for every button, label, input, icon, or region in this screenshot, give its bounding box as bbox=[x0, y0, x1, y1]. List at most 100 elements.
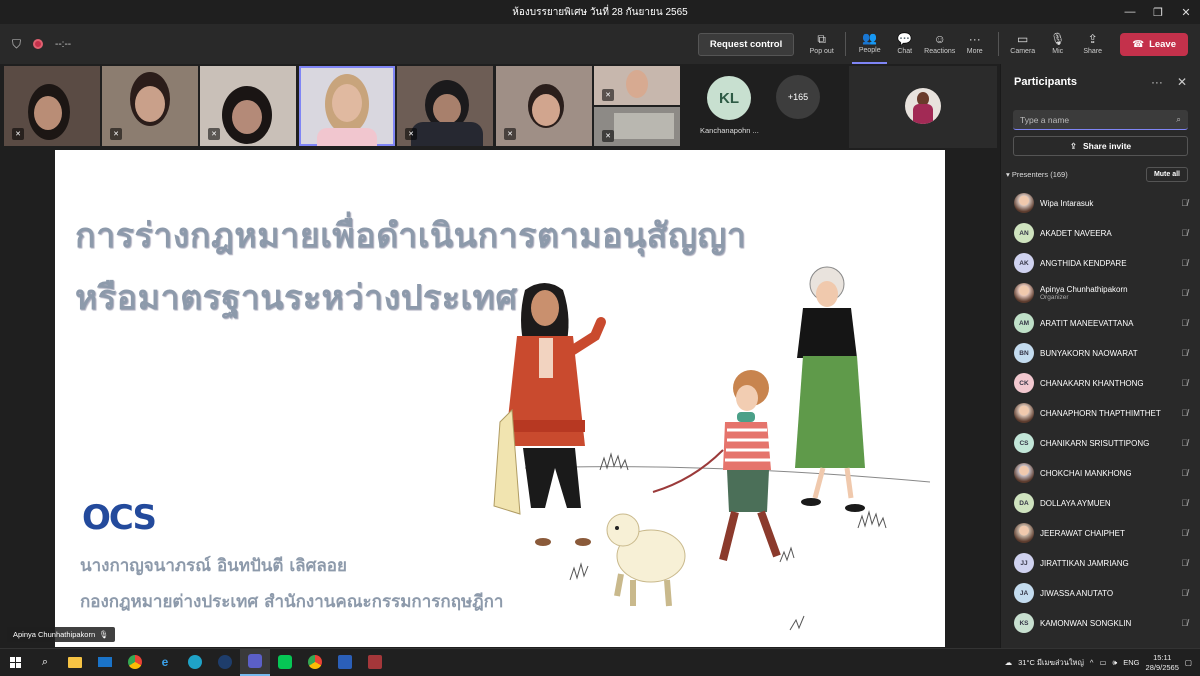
internet-explorer-icon[interactable]: e bbox=[150, 649, 180, 676]
participant-name: JIWASSA ANUTATO bbox=[1040, 588, 1114, 598]
self-video-tile[interactable] bbox=[849, 66, 997, 148]
chevron-up-icon[interactable]: ^ bbox=[1090, 658, 1094, 667]
mic-off-icon: ✕ bbox=[504, 128, 516, 140]
avatar: CK bbox=[1014, 373, 1034, 393]
participant-row[interactable]: AK ANGTHIDA KENDPARE 🎙̸ bbox=[1001, 248, 1200, 278]
video-tile-speaking[interactable] bbox=[299, 66, 395, 146]
chat-button[interactable]: 💬 Chat bbox=[887, 24, 922, 64]
avatar bbox=[1014, 193, 1034, 213]
video-tile[interactable]: ✕ bbox=[496, 66, 592, 146]
search-input[interactable]: Type a name ⌕ bbox=[1013, 110, 1188, 130]
request-control-button[interactable]: Request control bbox=[697, 32, 795, 56]
chrome-icon[interactable] bbox=[120, 649, 150, 676]
participant-row[interactable]: BN BUNYAKORN NAOWARAT 🎙̸ bbox=[1001, 338, 1200, 368]
file-explorer-icon[interactable] bbox=[60, 649, 90, 676]
access-icon[interactable] bbox=[360, 649, 390, 676]
maximize-button[interactable]: ❐ bbox=[1144, 0, 1172, 24]
window-titlebar: ห้องบรรยายพิเศษ วันที่ 28 กันยายน 2565 —… bbox=[0, 0, 1200, 24]
avatar bbox=[1014, 523, 1034, 543]
people-button[interactable]: 👥 People bbox=[852, 24, 888, 64]
participant-row[interactable]: DA DOLLAYA AYMUEN 🎙̸ bbox=[1001, 488, 1200, 518]
share-button[interactable]: ⇪ Share bbox=[1075, 24, 1110, 64]
avatar: BN bbox=[1014, 343, 1034, 363]
edge-icon[interactable] bbox=[180, 649, 210, 676]
share-invite-button[interactable]: ⇪ Share invite bbox=[1013, 136, 1188, 156]
participant-row[interactable]: CHOKCHAI MANKHONG 🎙̸ bbox=[1001, 458, 1200, 488]
mic-off-icon: 🎙̸ bbox=[1181, 618, 1188, 628]
mail-icon[interactable] bbox=[90, 649, 120, 676]
search-icon[interactable]: ⌕ bbox=[30, 649, 60, 676]
participant-row[interactable]: Apinya Chunhathipakorn Organizer 🎙̸ bbox=[1001, 278, 1200, 308]
more-options-icon[interactable]: ··· bbox=[1151, 75, 1163, 89]
avatar: CS bbox=[1014, 433, 1034, 453]
clock[interactable]: 15:11 28/9/2565 bbox=[1146, 653, 1179, 673]
window-title: ห้องบรรยายพิเศษ วันที่ 28 กันยายน 2565 bbox=[512, 6, 688, 18]
toolbar-divider bbox=[998, 32, 1000, 56]
pop-out-button[interactable]: ⧉ Pop out bbox=[804, 24, 839, 64]
more-participants-button[interactable]: +165 bbox=[776, 75, 820, 119]
pop-out-icon: ⧉ bbox=[817, 32, 826, 46]
video-tile[interactable]: ✕ bbox=[594, 107, 680, 146]
teams-icon[interactable] bbox=[240, 648, 270, 676]
mic-off-icon: 🎙̸ bbox=[1181, 228, 1188, 238]
video-tile[interactable]: ✕ bbox=[102, 66, 198, 146]
mute-all-button[interactable]: Mute all bbox=[1145, 166, 1188, 182]
participant-row[interactable]: KS KAMONWAN SONGKLIN 🎙̸ bbox=[1001, 608, 1200, 638]
share-icon: ⇪ bbox=[1069, 140, 1077, 151]
camera-off-icon: ▭ bbox=[1017, 32, 1029, 46]
close-icon[interactable]: ✕ bbox=[1177, 75, 1187, 89]
mic-button[interactable]: 🎙 Mic bbox=[1040, 24, 1075, 64]
toolbar-divider bbox=[845, 32, 847, 56]
video-tile[interactable]: ✕ bbox=[200, 66, 296, 146]
participant-name: Wipa Intarasuk bbox=[1040, 198, 1094, 208]
presenters-section[interactable]: ▾ Presenters (169) Mute all bbox=[1001, 164, 1200, 184]
mic-off-icon: 🎙̸ bbox=[1181, 348, 1188, 358]
participant-name: Kanchanapohn ... bbox=[700, 126, 759, 135]
meeting-toolbar: ⛉ --:-- Request control ⧉ Pop out 👥 People… bbox=[0, 24, 1200, 64]
participant-row[interactable]: JEERAWAT CHAIPHET 🎙̸ bbox=[1001, 518, 1200, 548]
volume-icon[interactable]: 🕪 bbox=[1113, 658, 1118, 668]
notification-icon[interactable]: ▢ bbox=[1185, 658, 1192, 667]
panel-title: Participants bbox=[1014, 76, 1077, 88]
participant-name: JEERAWAT CHAIPHET bbox=[1040, 528, 1125, 538]
chrome-icon[interactable] bbox=[300, 649, 330, 676]
avatar bbox=[1014, 403, 1034, 423]
mic-off-icon: ✕ bbox=[208, 128, 220, 140]
participant-row[interactable]: AN AKADET NAVEERA 🎙̸ bbox=[1001, 218, 1200, 248]
video-tile[interactable]: ✕ bbox=[4, 66, 100, 146]
minimize-button[interactable]: — bbox=[1116, 0, 1144, 24]
presenter-name: นางกาญจนาภรณ์ อินทปันตี เลิศลอย bbox=[80, 556, 347, 576]
more-button[interactable]: ··· More bbox=[957, 24, 992, 64]
close-window-button[interactable]: ✕ bbox=[1172, 0, 1200, 24]
reactions-button[interactable]: ☺ Reactions bbox=[922, 24, 957, 64]
avatar bbox=[1014, 463, 1034, 483]
video-tile[interactable]: ✕ bbox=[397, 66, 493, 146]
webex-icon[interactable] bbox=[210, 649, 240, 676]
camera-button[interactable]: ▭ Camera bbox=[1005, 24, 1040, 64]
word-icon[interactable] bbox=[330, 649, 360, 676]
line-icon[interactable] bbox=[270, 649, 300, 676]
participant-row[interactable]: AM ARATIT MANEEVATTANA 🎙̸ bbox=[1001, 308, 1200, 338]
participant-row[interactable]: CHANAPHORN THAPTHIMTHET 🎙̸ bbox=[1001, 398, 1200, 428]
weather-text[interactable]: 31°C มีเมฆส่วนใหญ่ bbox=[1018, 657, 1084, 669]
participant-row[interactable]: CK CHANAKARN KHANTHONG 🎙̸ bbox=[1001, 368, 1200, 398]
presenter-organization: กองกฎหมายต่างประเทศ สำนักงานคณะกรรมการกฤ… bbox=[80, 592, 504, 612]
participant-row[interactable]: JA JIWASSA ANUTATO 🎙̸ bbox=[1001, 578, 1200, 608]
participant-row[interactable]: CS CHANIKARN SRISUTTIPONG 🎙̸ bbox=[1001, 428, 1200, 458]
participant-row[interactable]: Wipa Intarasuk 🎙̸ bbox=[1001, 188, 1200, 218]
window-controls: — ❐ ✕ bbox=[1116, 0, 1200, 24]
participant-row[interactable]: JJ JIRATTIKAN JAMRIANG 🎙̸ bbox=[1001, 548, 1200, 578]
participant-name: DOLLAYA AYMUEN bbox=[1040, 498, 1111, 508]
participant-list: Wipa Intarasuk 🎙̸ AN AKADET NAVEERA 🎙̸ AK ANGT… bbox=[1001, 188, 1200, 638]
avatar: DA bbox=[1014, 493, 1034, 513]
mic-off-icon: 🎙 bbox=[1050, 32, 1066, 46]
network-icon[interactable]: ▭ bbox=[1099, 658, 1106, 667]
language-indicator[interactable]: ENG bbox=[1123, 658, 1139, 667]
participant-role: Organizer bbox=[1040, 294, 1069, 301]
avatar[interactable]: KL bbox=[707, 76, 751, 120]
windows-start-icon[interactable] bbox=[0, 649, 30, 676]
participant-name: CHANAPHORN THAPTHIMTHET bbox=[1040, 408, 1161, 418]
video-tile[interactable]: ✕ bbox=[594, 66, 680, 105]
mic-off-icon: 🎙̸ bbox=[1181, 468, 1188, 478]
leave-button[interactable]: ☎ Leave bbox=[1120, 32, 1188, 56]
